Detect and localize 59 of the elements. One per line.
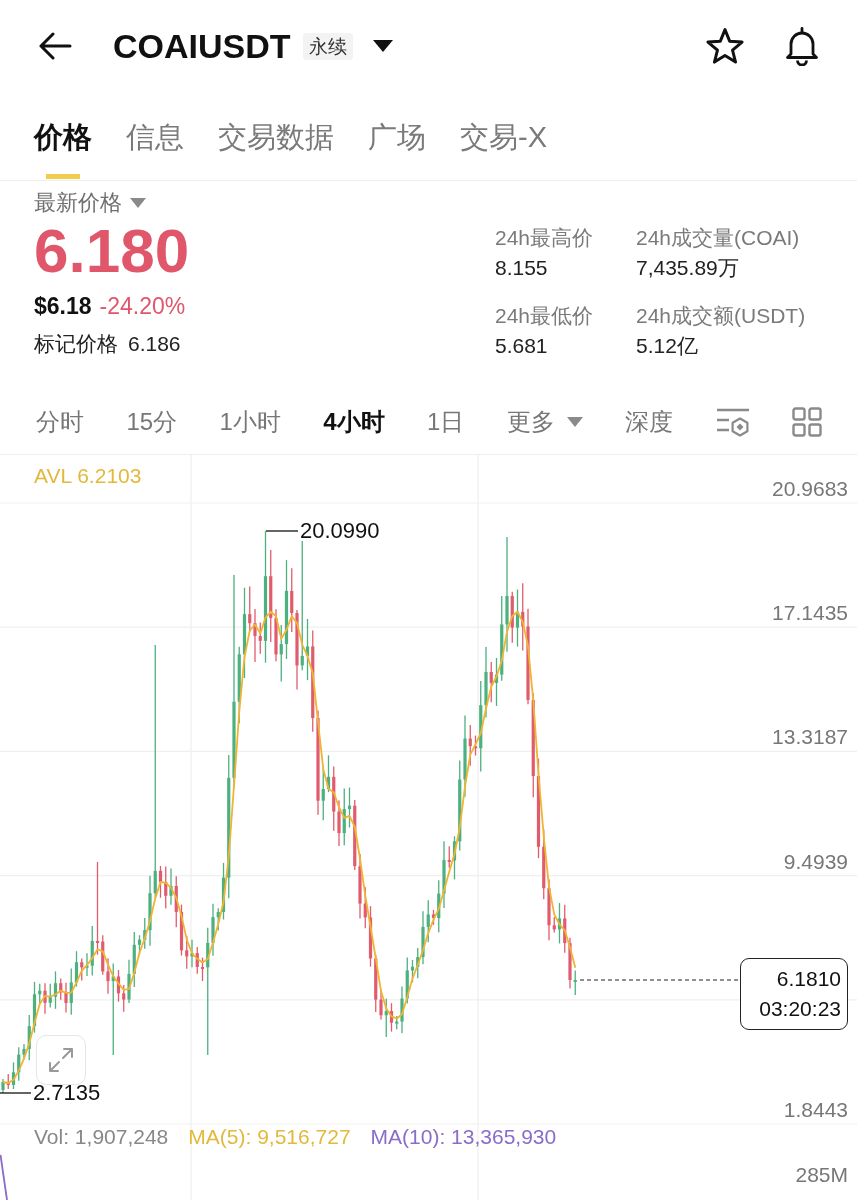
settings-icon	[715, 406, 750, 437]
pair-menu-button[interactable]	[372, 40, 393, 52]
ma5-reading: MA(5): 9,516,727	[188, 1124, 351, 1150]
last-price-text: 6.1810	[776, 966, 841, 992]
interval-tab[interactable]: 深度	[625, 406, 674, 437]
caret-icon	[372, 40, 393, 52]
caret-icon	[130, 198, 146, 208]
stat-value: 7,435.89万	[636, 255, 740, 281]
high-price-label: 20.0990	[300, 518, 380, 544]
contract-badge: 永续	[302, 32, 353, 60]
axis-label: 13.3187	[772, 724, 848, 751]
layout-button[interactable]	[791, 406, 822, 437]
price-type-selector[interactable]: 最新价格	[34, 189, 190, 217]
favorite-button[interactable]	[706, 28, 744, 64]
tab[interactable]: 交易数据	[218, 92, 334, 180]
stat-value: 8.155	[495, 255, 549, 281]
high-leader-line	[265, 530, 299, 532]
interval-tab[interactable]: 4小时	[323, 406, 385, 437]
stat-value: 5.12亿	[636, 333, 699, 359]
interval-tab[interactable]: 1小时	[219, 406, 281, 437]
stat-label: 24h最低价	[495, 303, 595, 329]
stat-label: 24h成交额(USDT)	[636, 303, 807, 329]
low-leader-line	[0, 1092, 32, 1094]
axis-label: 1.8443	[783, 1097, 848, 1123]
back-button[interactable]	[38, 32, 72, 60]
star-icon	[706, 28, 744, 64]
tab[interactable]: 广场	[368, 92, 426, 180]
tab[interactable]: 交易-X	[460, 92, 547, 180]
expand-button[interactable]	[36, 1035, 86, 1085]
ma10-reading: MA(10): 13,365,930	[370, 1124, 557, 1150]
pair-title: COAIUSDT	[113, 26, 291, 66]
axis-label: 285M	[795, 1162, 848, 1188]
usd-price: $6.18	[34, 292, 92, 321]
stat-value: 5.681	[495, 333, 549, 359]
interval-tab[interactable]: 分时	[36, 406, 84, 437]
avl-label: AVL 6.2103	[34, 463, 142, 489]
chart-settings-button[interactable]	[715, 406, 750, 437]
axis-label: 17.1435	[772, 600, 848, 627]
more-menu-button[interactable]: 更多	[506, 406, 583, 437]
interval-tab[interactable]: 15分	[126, 406, 178, 437]
volume-reading: Vol: 1,907,248	[34, 1124, 169, 1150]
grid-icon	[791, 406, 822, 437]
price-change: -24.20%	[99, 292, 186, 321]
interval-tab[interactable]: 1日	[427, 406, 465, 437]
expand-icon	[48, 1047, 74, 1073]
back-arrow-icon	[38, 32, 72, 60]
axis-label: 9.4939	[783, 848, 848, 875]
volume-average-line	[0, 1154, 8, 1200]
axis-label: 20.9683	[772, 476, 848, 502]
mark-price-value: 6.186	[128, 331, 181, 357]
mark-price-label: 标记价格	[34, 331, 118, 357]
countdown-text: 03:20:23	[759, 996, 841, 1022]
stat-label: 24h成交量(COAI)	[636, 225, 801, 251]
tab[interactable]: 价格	[34, 92, 92, 180]
stat-label: 24h最高价	[495, 225, 595, 251]
caret-icon	[566, 416, 583, 427]
tab[interactable]: 信息	[126, 92, 184, 180]
low-price-label: 2.7135	[33, 1080, 101, 1106]
last-price: 6.180	[34, 219, 190, 283]
